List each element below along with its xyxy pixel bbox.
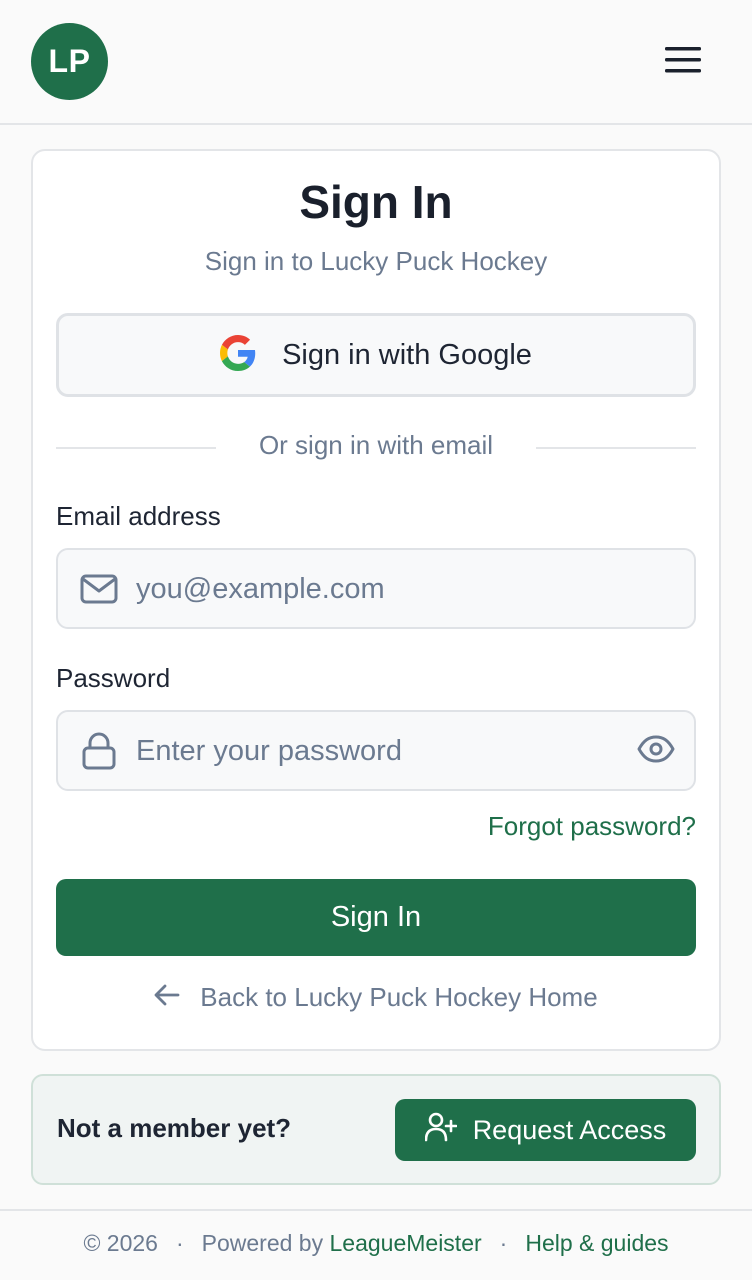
- user-plus-icon: [424, 1112, 457, 1149]
- powered-by-text: Powered by: [201, 1230, 324, 1256]
- footer-separator: ·: [499, 1230, 508, 1256]
- mail-icon: [80, 570, 118, 608]
- not-member-prompt: Not a member yet?: [57, 1113, 292, 1143]
- top-header: LP: [0, 0, 752, 125]
- back-home-link[interactable]: Back to Lucky Puck Hockey Home: [0, 982, 752, 1013]
- leaguemeister-link[interactable]: LeagueMeister: [330, 1230, 482, 1257]
- page-title: Sign In: [299, 176, 453, 228]
- logo[interactable]: LP: [31, 23, 108, 100]
- menu-icon: [665, 45, 701, 80]
- divider-line-left: [56, 447, 216, 449]
- google-signin-button[interactable]: Sign in with Google: [56, 313, 696, 397]
- signin-button[interactable]: Sign In: [56, 879, 696, 956]
- lock-icon: [80, 732, 118, 770]
- forgot-password-link[interactable]: Forgot password?: [488, 811, 696, 842]
- menu-button[interactable]: [654, 38, 712, 86]
- request-access-label: Request Access: [472, 1114, 667, 1145]
- help-guides-link[interactable]: Help & guides: [525, 1230, 668, 1257]
- footer-separator: ·: [175, 1230, 184, 1256]
- back-home-label: Back to Lucky Puck Hockey Home: [200, 982, 598, 1012]
- divider-line-right: [536, 447, 696, 449]
- email-input[interactable]: [136, 560, 616, 618]
- footer-row: © 2026 · Powered by LeagueMeister · Help…: [0, 1230, 752, 1257]
- toggle-password-visibility[interactable]: [636, 732, 676, 770]
- email-field-wrapper: [56, 548, 696, 629]
- arrow-left-icon: [154, 982, 180, 1013]
- request-access-button[interactable]: Request Access: [395, 1099, 696, 1161]
- eye-icon: [637, 735, 675, 768]
- password-label: Password: [56, 663, 171, 693]
- copyright-text: © 2026: [83, 1230, 158, 1256]
- divider-text: Or sign in with email: [258, 430, 494, 460]
- google-icon: [220, 334, 256, 376]
- password-field-wrapper: [56, 710, 696, 791]
- page-subtitle: Sign in to Lucky Puck Hockey: [204, 246, 548, 276]
- email-label: Email address: [56, 501, 221, 531]
- google-signin-label: Sign in with Google: [282, 338, 532, 371]
- password-input[interactable]: [136, 722, 616, 780]
